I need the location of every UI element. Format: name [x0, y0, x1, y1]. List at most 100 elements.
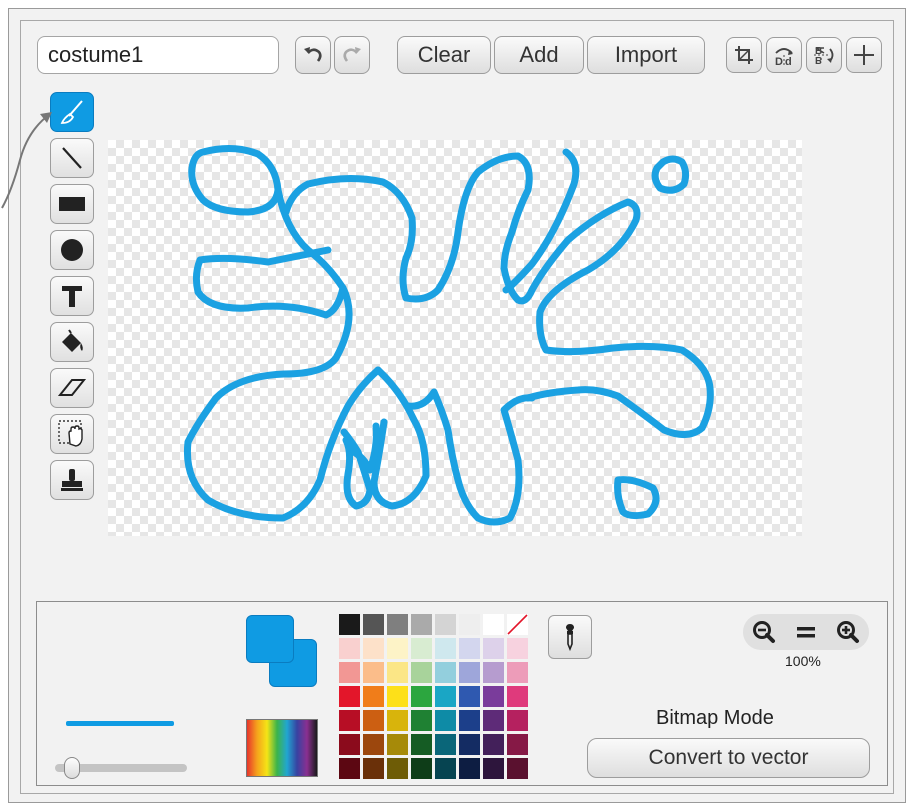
palette-swatch[interactable] [363, 758, 384, 779]
palette-swatch[interactable] [459, 614, 480, 635]
flip-vertical-icon: BB [814, 46, 834, 65]
palette-swatch[interactable] [387, 638, 408, 659]
annotation-arrow [1, 112, 52, 209]
brush-size-preview [66, 721, 174, 726]
palette-swatch[interactable] [339, 614, 360, 635]
convert-to-vector-button[interactable]: Convert to vector [587, 738, 870, 778]
palette-swatch[interactable] [459, 686, 480, 707]
palette-swatch[interactable] [339, 686, 360, 707]
bitmap-mode-label: Bitmap Mode [656, 707, 774, 729]
palette-swatch[interactable] [435, 614, 456, 635]
redo-button[interactable] [334, 36, 370, 74]
palette-swatch[interactable] [507, 686, 528, 707]
palette-swatch[interactable] [507, 758, 528, 779]
palette-swatch[interactable] [339, 758, 360, 779]
palette-swatch[interactable] [411, 662, 432, 683]
palette-swatch[interactable] [483, 734, 504, 755]
tool-stamp[interactable] [50, 460, 94, 500]
crop-icon [735, 46, 753, 64]
palette-swatch[interactable] [411, 686, 432, 707]
palette-swatch[interactable] [435, 638, 456, 659]
palette-swatch-transparent[interactable] [507, 614, 528, 635]
color-palette [339, 614, 528, 779]
eraser-icon [57, 379, 87, 396]
primary-color-swatch[interactable] [246, 615, 294, 663]
palette-swatch[interactable] [411, 710, 432, 731]
palette-swatch[interactable] [339, 638, 360, 659]
brush-icon [60, 100, 83, 124]
palette-swatch[interactable] [411, 614, 432, 635]
palette-swatch[interactable] [483, 638, 504, 659]
brush-size-slider[interactable] [55, 757, 187, 779]
slider-handle[interactable] [64, 757, 80, 779]
palette-swatch[interactable] [363, 734, 384, 755]
no-color-icon [507, 614, 528, 635]
palette-swatch[interactable] [411, 758, 432, 779]
palette-swatch[interactable] [435, 710, 456, 731]
zoom-reset-icon [797, 627, 815, 638]
tool-text[interactable] [50, 276, 94, 316]
color-spectrum-picker[interactable] [246, 719, 318, 777]
palette-swatch[interactable] [387, 710, 408, 731]
tool-eraser[interactable] [50, 368, 94, 408]
palette-swatch[interactable] [483, 686, 504, 707]
zoom-controls [743, 614, 869, 650]
palette-swatch[interactable] [339, 734, 360, 755]
zoom-reset-button[interactable] [788, 616, 824, 648]
palette-swatch[interactable] [363, 662, 384, 683]
zoom-out-icon [753, 621, 775, 643]
drawing-canvas[interactable] [108, 140, 802, 536]
text-icon [62, 286, 82, 307]
palette-swatch[interactable] [363, 614, 384, 635]
undo-button[interactable] [295, 36, 331, 74]
import-button[interactable]: Import [587, 36, 705, 74]
zoom-in-icon [837, 621, 859, 643]
palette-swatch[interactable] [435, 662, 456, 683]
palette-swatch[interactable] [459, 710, 480, 731]
flip-horizontal-button[interactable]: Dd [766, 37, 802, 73]
crop-button[interactable] [726, 37, 762, 73]
palette-swatch[interactable] [435, 686, 456, 707]
palette-swatch[interactable] [339, 710, 360, 731]
undo-icon [304, 47, 322, 62]
select-hand-icon [58, 420, 83, 447]
palette-swatch[interactable] [363, 710, 384, 731]
palette-swatch[interactable] [387, 734, 408, 755]
palette-swatch[interactable] [507, 734, 528, 755]
palette-swatch[interactable] [507, 710, 528, 731]
palette-swatch[interactable] [459, 734, 480, 755]
clear-button[interactable]: Clear [397, 36, 491, 74]
rectangle-icon [59, 197, 85, 211]
set-center-button[interactable] [846, 37, 882, 73]
palette-swatch[interactable] [411, 734, 432, 755]
palette-swatch[interactable] [483, 662, 504, 683]
palette-swatch[interactable] [387, 662, 408, 683]
eyedropper-button[interactable] [548, 615, 592, 659]
palette-swatch[interactable] [459, 758, 480, 779]
palette-swatch[interactable] [363, 638, 384, 659]
palette-swatch[interactable] [387, 614, 408, 635]
add-button[interactable]: Add [494, 36, 584, 74]
zoom-out-button[interactable] [746, 616, 782, 648]
palette-swatch[interactable] [483, 614, 504, 635]
palette-swatch[interactable] [363, 686, 384, 707]
palette-swatch[interactable] [435, 734, 456, 755]
palette-swatch[interactable] [483, 710, 504, 731]
tool-ellipse[interactable] [50, 230, 94, 270]
palette-swatch[interactable] [339, 662, 360, 683]
zoom-in-button[interactable] [830, 616, 866, 648]
palette-swatch[interactable] [387, 686, 408, 707]
svg-text:D: D [775, 56, 783, 67]
palette-swatch[interactable] [387, 758, 408, 779]
palette-swatch[interactable] [483, 758, 504, 779]
costume-name-input[interactable] [37, 36, 279, 74]
palette-swatch[interactable] [435, 758, 456, 779]
palette-swatch[interactable] [459, 638, 480, 659]
tool-fill[interactable] [50, 322, 94, 362]
palette-swatch[interactable] [507, 638, 528, 659]
flip-vertical-button[interactable]: BB [806, 37, 842, 73]
tool-select[interactable] [50, 414, 94, 454]
palette-swatch[interactable] [507, 662, 528, 683]
palette-swatch[interactable] [459, 662, 480, 683]
palette-swatch[interactable] [411, 638, 432, 659]
